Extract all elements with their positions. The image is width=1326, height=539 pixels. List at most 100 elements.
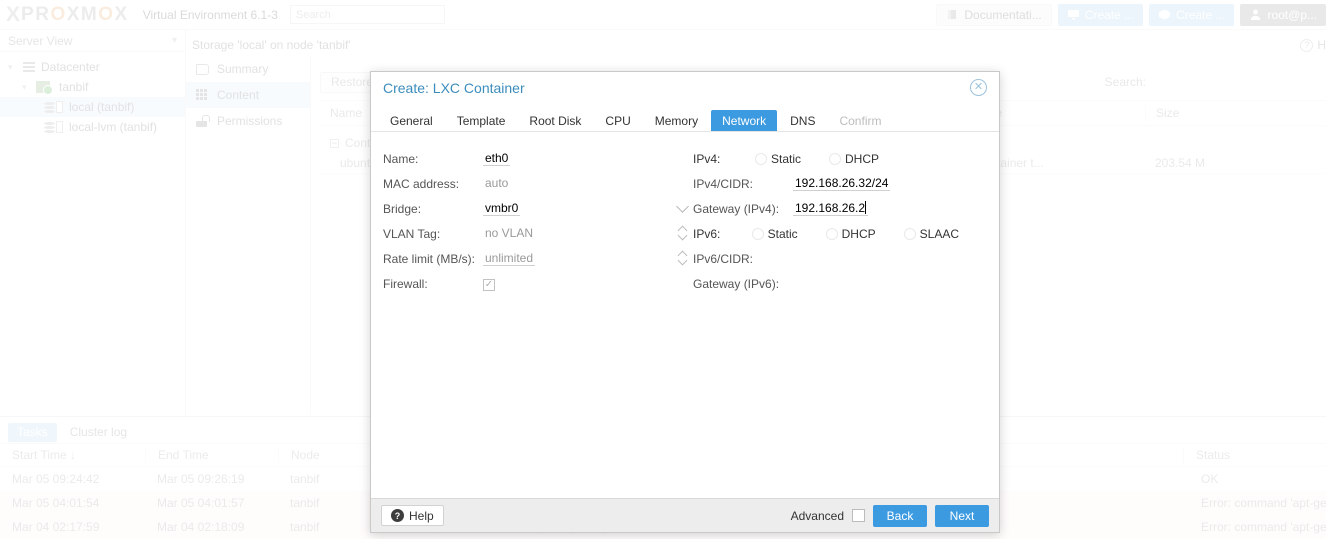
ipv6-cidr-input[interactable] (793, 251, 797, 265)
network-right-column: IPv4: Static DHCP IPv4/CIDR: 192.168.26.… (685, 146, 987, 498)
mac-address-input[interactable]: auto (483, 176, 510, 190)
expand-caret-icon[interactable]: ▾ (8, 62, 17, 73)
radio-icon (755, 152, 767, 165)
create-ct-button[interactable]: Create ... (1149, 3, 1235, 26)
expand-caret-icon[interactable]: ▾ (22, 82, 31, 93)
column-header-end-time[interactable]: End Time (145, 447, 278, 463)
tree-item-label: Datacenter (41, 60, 100, 74)
dialog-title-bar: Create: LXC Container ✕ (371, 72, 999, 104)
name-input[interactable]: eth0 (483, 151, 511, 166)
name-input-wrap: eth0 (483, 149, 671, 168)
global-search-input[interactable]: Search (289, 5, 445, 24)
field-rate-limit: Rate limit (MB/s): unlimited (383, 246, 688, 271)
vlan-spinner-wrap: no VLAN (483, 224, 688, 243)
ipv6-static-radio[interactable]: Static (751, 226, 798, 241)
field-label-ipv6: IPv6: (693, 226, 721, 241)
advanced-label: Advanced (790, 508, 844, 523)
field-label-ipv4: IPv4: (693, 151, 721, 166)
dialog-footer-actions: Advanced Back Next (790, 504, 989, 527)
ipv6-slaac-radio[interactable]: SLAAC (903, 226, 959, 241)
tab-memory[interactable]: Memory (644, 110, 709, 131)
grid-icon (196, 89, 209, 101)
documentation-button[interactable]: Documentati... (936, 3, 1052, 26)
ipv4-static-radio[interactable]: Static (755, 152, 801, 166)
cell-status: OK (1201, 472, 1219, 486)
user-icon (1249, 8, 1262, 21)
create-ct-label: Create ... (1176, 7, 1226, 22)
tab-dns[interactable]: DNS (779, 110, 826, 131)
tree-item-label: local (tanbif) (69, 100, 135, 114)
tree-item-local-lvm[interactable]: local-lvm (tanbif) (0, 117, 185, 137)
ipv6-gateway-input[interactable] (793, 276, 797, 290)
close-icon[interactable]: ✕ (970, 79, 987, 96)
nav-item-permissions[interactable]: Permissions (186, 108, 310, 134)
rate-limit-input[interactable]: unlimited (483, 251, 536, 266)
field-label-bridge: Bridge: (383, 201, 422, 216)
tree-item-label: tanbif (59, 80, 89, 94)
ipv6-gateway-wrap (793, 274, 987, 293)
column-header-status[interactable]: Status (1183, 447, 1323, 463)
ipv6-cidr-wrap (793, 249, 987, 268)
cell-size: 203.54 M (1155, 155, 1206, 170)
column-header-start-time[interactable]: Start Time ↓ (0, 448, 145, 463)
ipv4-mode-group: IPv4: Static DHCP (693, 146, 987, 171)
book-icon (946, 8, 959, 21)
server-view-label: Server View (8, 33, 73, 48)
firewall-checkbox[interactable]: ✓ (483, 279, 495, 291)
create-vm-button[interactable]: Create ... (1057, 3, 1144, 26)
field-label-rate-limit: Rate limit (MB/s): (383, 251, 476, 266)
field-mac-address: MAC address: auto (383, 171, 671, 196)
advanced-checkbox[interactable] (852, 509, 865, 522)
logo-x-icon: X (6, 3, 20, 26)
field-ipv6-gateway: Gateway (IPv6): (693, 271, 987, 296)
nav-item-summary[interactable]: Summary (186, 56, 310, 82)
field-name: Name: eth0 (383, 146, 671, 171)
field-ipv4-cidr: IPv4/CIDR: 192.168.26.32/24 (693, 171, 987, 196)
column-header-size[interactable]: Size (1145, 105, 1285, 121)
top-bar: X PROXMOX Virtual Environment 6.1-3 Sear… (0, 0, 1326, 30)
tree-item-local[interactable]: local (tanbif) (0, 97, 185, 117)
cell-end-time: Mar 05 09:26:19 (157, 472, 245, 486)
ipv6-slaac-label: SLAAC (919, 226, 959, 241)
server-view-sidebar: Server View ▾ ▾ Datacenter ▾ tanbif loca… (0, 30, 186, 415)
vlan-tag-input[interactable]: no VLAN (483, 226, 535, 240)
tab-tasks[interactable]: Tasks (8, 422, 57, 442)
next-button[interactable]: Next (935, 504, 989, 527)
ipv6-static-label: Static (767, 226, 798, 241)
user-menu-label: root@p... (1267, 7, 1317, 22)
nav-item-content[interactable]: Content (186, 82, 310, 108)
tab-cpu[interactable]: CPU (594, 110, 641, 131)
nav-item-label: Content (217, 88, 260, 102)
collapse-icon[interactable]: − (330, 138, 339, 148)
box-icon (1158, 8, 1171, 21)
tree-item-tanbif[interactable]: ▾ tanbif (0, 77, 185, 97)
breadcrumb: Storage 'local' on node 'tanbif' (192, 38, 351, 52)
content-help-button[interactable]: ? H (1300, 38, 1326, 52)
ipv4-gateway-input[interactable]: 192.168.26.2 (793, 201, 869, 216)
datacenter-icon (22, 61, 36, 73)
tab-general[interactable]: General (379, 110, 444, 131)
cell-end-time: Mar 04 02:18:09 (157, 520, 245, 534)
tab-root-disk[interactable]: Root Disk (518, 110, 592, 131)
logo-wordmark: PROXMOX (21, 4, 129, 25)
ipv6-dhcp-radio[interactable]: DHCP (825, 226, 876, 241)
tab-cluster-log[interactable]: Cluster log (61, 423, 136, 442)
tab-network[interactable]: Network (711, 110, 778, 131)
server-view-selector[interactable]: Server View ▾ (0, 30, 185, 52)
back-button[interactable]: Back (873, 504, 927, 527)
summary-icon (196, 63, 209, 75)
help-button-label: Help (409, 508, 434, 523)
ipv4-dhcp-radio[interactable]: DHCP (829, 152, 879, 166)
bridge-combo-input[interactable]: vmbr0 (483, 201, 521, 216)
user-menu-button[interactable]: root@p... (1240, 3, 1326, 26)
tab-template[interactable]: Template (446, 110, 517, 131)
spinner-updown-icon[interactable] (677, 250, 689, 267)
monitor-icon (1067, 8, 1080, 21)
spinner-updown-icon[interactable] (677, 225, 689, 242)
chevron-down-icon: ▾ (171, 35, 177, 46)
tree-item-datacenter[interactable]: ▾ Datacenter (0, 57, 185, 77)
help-button[interactable]: ? Help (381, 505, 444, 526)
ipv6-dhcp-label: DHCP (841, 226, 876, 241)
ipv6-mode-group: IPv6: Static DHCP SLAAC (693, 221, 987, 246)
ipv4-cidr-input[interactable]: 192.168.26.32/24 (793, 176, 891, 191)
